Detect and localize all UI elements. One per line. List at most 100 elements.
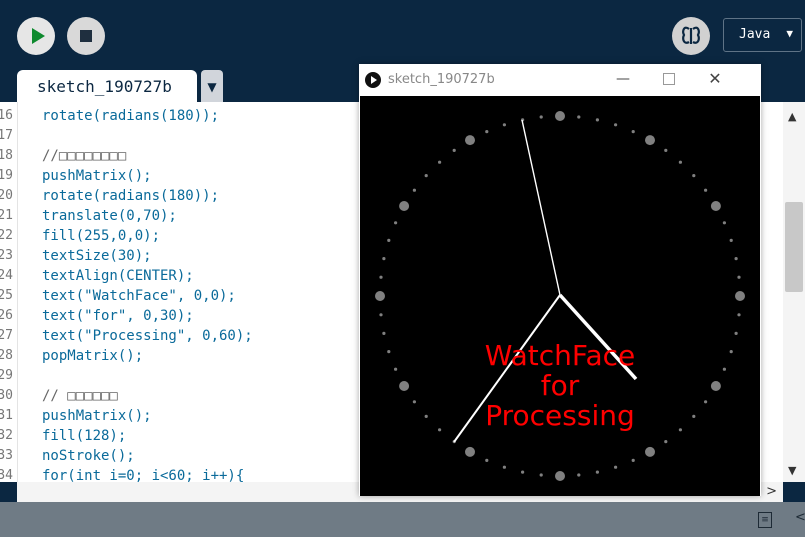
- chevron-down-icon: ▼: [786, 27, 793, 40]
- console-icon[interactable]: ≡: [758, 512, 772, 528]
- run-button[interactable]: [17, 17, 55, 55]
- minute-dot: [539, 115, 543, 119]
- code-line: //□□□□□□□□: [42, 148, 127, 164]
- hour-dot: [645, 446, 655, 457]
- line-number: 21: [0, 208, 13, 223]
- minute-dot: [379, 313, 383, 317]
- line-number: 20: [0, 188, 13, 203]
- minute-dot: [438, 160, 442, 164]
- minute-dot: [704, 400, 708, 404]
- mode-select[interactable]: Java ▼: [723, 18, 802, 52]
- minute-dot: [704, 188, 708, 192]
- minute-dot: [382, 257, 386, 261]
- minute-dot: [394, 367, 398, 371]
- line-number: 25: [0, 288, 13, 303]
- line-number: 28: [0, 348, 13, 363]
- watch-text-line-1: WatchFace: [485, 339, 636, 372]
- code-line: textAlign(CENTER);: [42, 268, 194, 284]
- minute-dot: [521, 470, 525, 474]
- code-line: text("for", 0,30);: [42, 308, 194, 324]
- code-line: translate(0,70);: [42, 208, 177, 224]
- code-line: fill(255,0,0);: [42, 228, 161, 244]
- minute-dot: [379, 275, 383, 279]
- hour-dot: [645, 135, 655, 146]
- minute-dot: [734, 331, 738, 335]
- mode-label: Java: [739, 27, 771, 42]
- minute-dot: [614, 465, 618, 469]
- minute-dot: [394, 221, 398, 225]
- line-number: 26: [0, 308, 13, 323]
- line-number: 30: [0, 388, 13, 403]
- watch-face: WatchFace for Processing: [375, 111, 745, 481]
- minute-dot: [387, 350, 391, 354]
- butterfly-debug-icon: [682, 26, 700, 44]
- line-number: 34: [0, 468, 13, 482]
- minute-dot: [678, 160, 682, 164]
- line-number: 17: [0, 128, 13, 143]
- sketch-canvas[interactable]: WatchFace for Processing: [360, 96, 760, 496]
- minute-dot: [577, 115, 581, 119]
- minute-dot: [734, 257, 738, 261]
- line-number: 22: [0, 228, 13, 243]
- minute-dot: [664, 440, 668, 444]
- minute-dot: [614, 123, 618, 127]
- line-number: 24: [0, 268, 13, 283]
- line-number: 31: [0, 408, 13, 423]
- line-number: 27: [0, 328, 13, 343]
- scroll-down-icon[interactable]: ▼: [788, 464, 796, 477]
- minute-dot: [412, 188, 416, 192]
- line-number: 18: [0, 148, 13, 163]
- close-button[interactable]: ✕: [692, 64, 738, 96]
- line-number: 23: [0, 248, 13, 263]
- code-line: rotate(radians(180));: [42, 108, 220, 124]
- scrollbar-thumb[interactable]: [785, 202, 803, 292]
- minute-dot: [678, 428, 682, 432]
- sketch-window: sketch_190727b — ✕ WatchFace for Process…: [359, 64, 761, 496]
- scroll-right-icon[interactable]: >: [766, 484, 777, 499]
- hour-dot: [465, 446, 475, 457]
- scroll-up-icon[interactable]: ▲: [788, 110, 796, 123]
- minimize-icon: —: [616, 71, 630, 87]
- minute-dot: [729, 238, 733, 242]
- minute-dot: [412, 400, 416, 404]
- code-line: text("Processing", 0,60);: [42, 328, 253, 344]
- tab-sketch[interactable]: sketch_190727b: [17, 70, 197, 102]
- maximize-button[interactable]: [646, 64, 692, 96]
- chevron-down-icon: ▼: [207, 80, 217, 94]
- minute-dot: [424, 414, 428, 418]
- watch-text-line-3: Processing: [485, 399, 635, 432]
- line-number-gutter: 16 17 18 19 20 21 22 23 24 25 26 27 28 29 30 31 32 33 34: [0, 102, 17, 482]
- code-line: pushMatrix();: [42, 168, 152, 184]
- minute-dot: [631, 458, 635, 462]
- line-number: 29: [0, 368, 13, 383]
- code-line: rotate(radians(180));: [42, 188, 220, 204]
- line-number: 16: [0, 108, 13, 123]
- minute-dot: [502, 123, 506, 127]
- minute-dot: [722, 367, 726, 371]
- minute-dot: [664, 148, 668, 152]
- minute-dot: [452, 148, 456, 152]
- debug-button[interactable]: [672, 17, 710, 55]
- minimize-button[interactable]: —: [600, 64, 646, 96]
- maximize-icon: [663, 73, 675, 85]
- minute-dot: [485, 458, 489, 462]
- code-line: textSize(30);: [42, 248, 152, 264]
- minute-dot: [382, 331, 386, 335]
- sketch-titlebar[interactable]: sketch_190727b — ✕: [359, 64, 761, 96]
- minute-hand: [521, 119, 561, 296]
- hour-dot: [735, 291, 745, 301]
- line-number: 19: [0, 168, 13, 183]
- hour-dot: [710, 201, 721, 211]
- hour-dot: [399, 201, 410, 211]
- status-bar: ≡ <: [0, 502, 805, 537]
- code-line: fill(128);: [42, 428, 127, 444]
- code-line: // □□□□□□: [42, 388, 118, 404]
- vertical-scrollbar[interactable]: ▲ ▼: [783, 102, 805, 482]
- code-line: pushMatrix();: [42, 408, 152, 424]
- sketch-window-title: sketch_190727b: [388, 72, 495, 87]
- tab-menu-button[interactable]: ▼: [201, 70, 223, 102]
- chevron-left-icon[interactable]: <: [795, 510, 805, 525]
- minute-dot: [729, 350, 733, 354]
- minute-dot: [737, 313, 741, 317]
- stop-button[interactable]: [67, 17, 105, 55]
